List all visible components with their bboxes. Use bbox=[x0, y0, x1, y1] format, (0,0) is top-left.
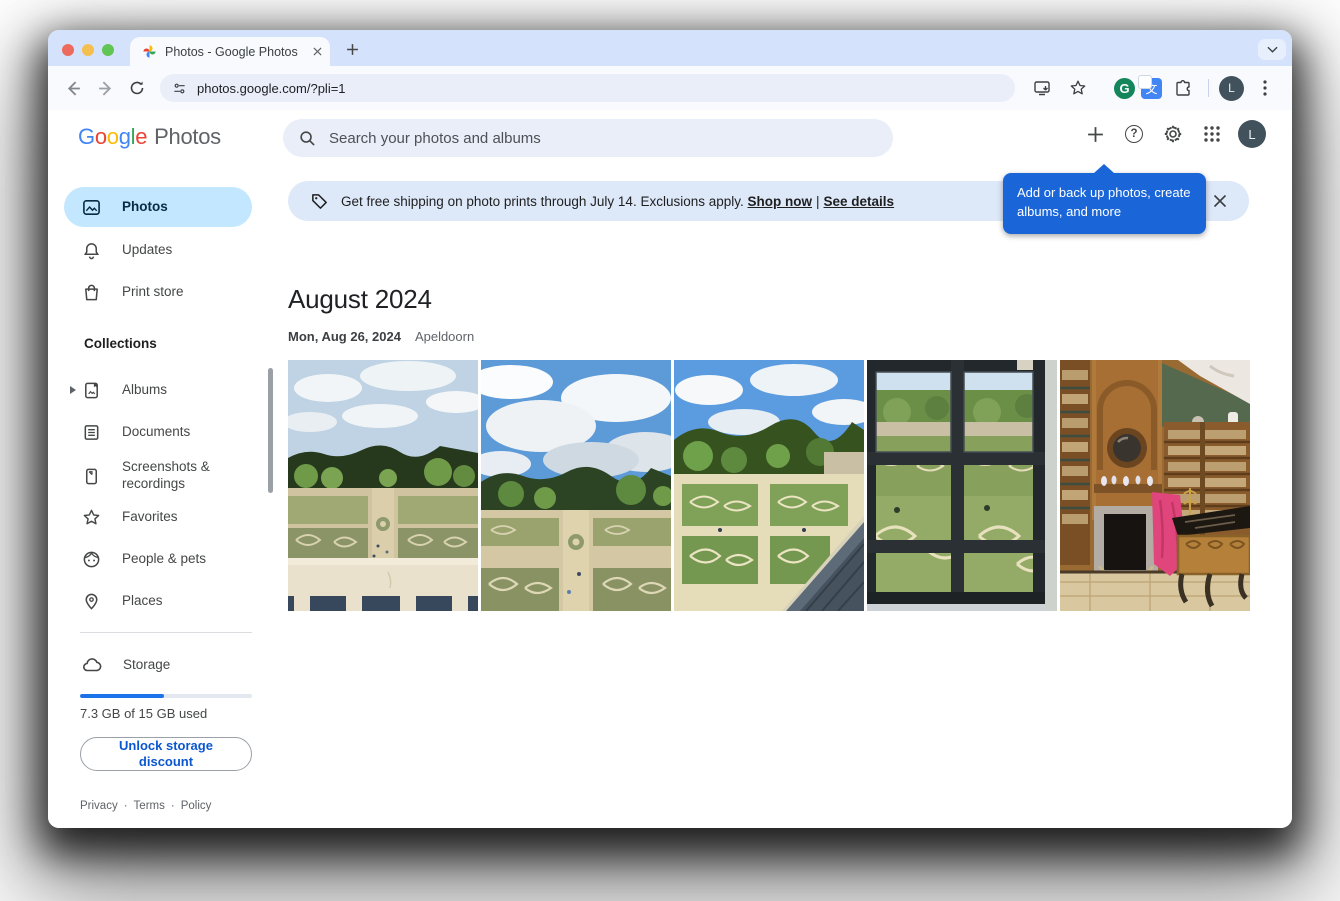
google-photos-favicon bbox=[143, 45, 156, 58]
storage-progress-bar bbox=[80, 694, 252, 698]
collections-header: Collections bbox=[84, 336, 157, 351]
unlock-storage-discount-button[interactable]: Unlock storage discount bbox=[80, 737, 252, 771]
banner-close-button[interactable] bbox=[1205, 186, 1235, 216]
sidebar-item-photos[interactable]: Photos bbox=[64, 187, 252, 227]
shopping-bag-icon bbox=[85, 284, 98, 300]
browser-tab[interactable]: Photos - Google Photos bbox=[130, 37, 330, 66]
sidebar-divider bbox=[80, 632, 252, 633]
bookmark-star-icon[interactable] bbox=[1063, 73, 1093, 103]
terms-link[interactable]: Terms bbox=[134, 800, 165, 812]
toolbar-separator bbox=[1208, 79, 1209, 97]
photo-thumbnail[interactable] bbox=[674, 360, 864, 611]
toolbar-separator bbox=[1103, 79, 1104, 97]
photo-thumbnail[interactable] bbox=[867, 360, 1057, 611]
privacy-link[interactable]: Privacy bbox=[80, 800, 118, 812]
sidebar-item-documents[interactable]: Documents bbox=[64, 412, 252, 452]
sidebar-footer: Privacy · Terms · Policy bbox=[80, 800, 212, 812]
add-tooltip: Add or back up photos, create albums, an… bbox=[1003, 164, 1206, 234]
settings-button[interactable] bbox=[1160, 121, 1186, 147]
tooltip-text: Add or back up photos, create albums, an… bbox=[1017, 185, 1191, 219]
tab-title: Photos - Google Photos bbox=[165, 44, 298, 59]
close-icon bbox=[1213, 194, 1227, 208]
storage-used-text: 7.3 GB of 15 GB used bbox=[80, 706, 208, 721]
place-pin-icon bbox=[85, 593, 98, 610]
install-app-icon[interactable] bbox=[1027, 73, 1057, 103]
sidebar-item-people-pets[interactable]: People & pets bbox=[64, 539, 252, 579]
search-icon bbox=[300, 130, 315, 146]
browser-window: Photos - Google Photos photos.google.com… bbox=[48, 30, 1292, 828]
extensions-puzzle-icon[interactable] bbox=[1168, 73, 1198, 103]
shop-now-link[interactable]: Shop now bbox=[748, 194, 813, 209]
google-apps-button[interactable] bbox=[1199, 121, 1225, 147]
sidebar-item-screenshots[interactable]: Screenshots & recordings bbox=[64, 448, 252, 504]
banner-text: Get free shipping on photo prints throug… bbox=[341, 193, 744, 209]
add-create-button[interactable] bbox=[1082, 121, 1108, 147]
photo-grid-row bbox=[288, 360, 1250, 611]
logo-photos-word: Photos bbox=[154, 124, 221, 149]
search-bar[interactable] bbox=[283, 119, 893, 157]
star-icon bbox=[83, 509, 100, 524]
account-avatar[interactable]: L bbox=[1238, 120, 1266, 148]
sidebar-item-places[interactable]: Places bbox=[64, 581, 252, 621]
app-header: G o o g l e Photos ? bbox=[48, 110, 1292, 166]
location-label[interactable]: Apeldoorn bbox=[415, 329, 474, 344]
search-input[interactable] bbox=[329, 129, 877, 147]
tab-strip: Photos - Google Photos bbox=[48, 30, 1292, 66]
sidebar-item-print-store[interactable]: Print store bbox=[64, 272, 252, 312]
reload-button[interactable] bbox=[122, 73, 152, 103]
sidebar-item-storage[interactable]: Storage bbox=[64, 645, 252, 685]
zoom-window-button[interactable] bbox=[102, 44, 114, 56]
tooltip-arrow bbox=[1094, 164, 1114, 173]
close-window-button[interactable] bbox=[62, 44, 74, 56]
bell-icon bbox=[83, 242, 100, 259]
google-photos-logo[interactable]: G o o g l e Photos bbox=[78, 124, 221, 150]
photo-thumbnail[interactable] bbox=[1060, 360, 1250, 611]
sidebar-item-updates[interactable]: Updates bbox=[64, 230, 252, 270]
help-icon: ? bbox=[1125, 125, 1143, 143]
address-bar[interactable]: photos.google.com/?pli=1 bbox=[160, 74, 1015, 102]
google-photos-page: G o o g l e Photos ? bbox=[48, 110, 1292, 828]
url-text[interactable]: photos.google.com/?pli=1 bbox=[197, 81, 346, 96]
sidebar-scrollbar[interactable] bbox=[268, 368, 273, 493]
album-icon bbox=[85, 382, 98, 398]
apps-grid-icon bbox=[1204, 126, 1220, 142]
sidebar-item-favorites[interactable]: Favorites bbox=[64, 497, 252, 537]
date-label: Mon, Aug 26, 2024 bbox=[288, 329, 401, 344]
sidebar-item-albums[interactable]: Albums bbox=[64, 370, 252, 410]
translate-extension-icon[interactable]: 文 bbox=[1138, 74, 1162, 99]
policy-link[interactable]: Policy bbox=[181, 800, 212, 812]
browser-toolbar: photos.google.com/?pli=1 G 文 L bbox=[48, 66, 1292, 110]
gear-icon bbox=[1164, 125, 1182, 143]
tab-search-chevron-button[interactable] bbox=[1258, 39, 1286, 60]
face-icon bbox=[83, 551, 100, 567]
photos-icon bbox=[83, 199, 100, 215]
grammarly-extension-icon[interactable]: G bbox=[1114, 77, 1135, 99]
minimize-window-button[interactable] bbox=[82, 44, 94, 56]
document-icon bbox=[84, 424, 99, 440]
sidebar: Photos Updates Print store Collections A… bbox=[48, 166, 288, 828]
browser-profile-avatar[interactable]: L bbox=[1219, 75, 1244, 101]
help-button[interactable]: ? bbox=[1121, 121, 1147, 147]
tag-icon bbox=[312, 193, 327, 209]
main-content: Get free shipping on photo prints throug… bbox=[288, 164, 1292, 828]
close-tab-icon[interactable] bbox=[313, 47, 322, 56]
photo-thumbnail[interactable] bbox=[288, 360, 478, 611]
screenshots-icon bbox=[85, 468, 98, 484]
month-heading: August 2024 bbox=[288, 284, 432, 314]
cloud-icon bbox=[83, 658, 102, 672]
forward-button[interactable] bbox=[90, 73, 120, 103]
site-settings-icon[interactable] bbox=[172, 81, 187, 96]
back-button[interactable] bbox=[58, 73, 88, 103]
photo-thumbnail[interactable] bbox=[481, 360, 671, 611]
see-details-link[interactable]: See details bbox=[824, 194, 895, 209]
storage-progress-fill bbox=[80, 694, 165, 698]
new-tab-button[interactable] bbox=[341, 38, 363, 60]
browser-menu-kebab-icon[interactable] bbox=[1250, 73, 1280, 103]
